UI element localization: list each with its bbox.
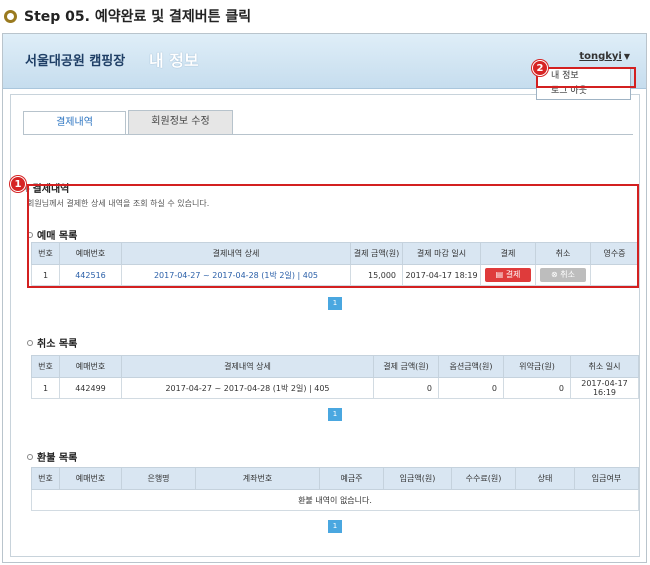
cancellation-table: 번호 예매번호 결제내역 상세 결제 금액(원) 옵션금액(원) 위약금(원) … — [31, 355, 639, 399]
annotation-highlight-reservation — [27, 184, 639, 288]
reservation-page-button[interactable]: 1 — [328, 297, 342, 310]
tab-divider — [23, 134, 633, 135]
col-header: 상태 — [515, 467, 575, 490]
step-title: Step 05. 예약완료 및 결제버튼 클릭 — [4, 6, 251, 26]
col-header: 결제내역 상세 — [121, 355, 374, 378]
refund-table: 번호 예매번호 은행명 계좌번호 예금주 입금액(원) 수수료(원) 상태 입금… — [31, 467, 639, 511]
col-header: 번호 — [31, 467, 60, 490]
cell-amount: 0 — [373, 377, 439, 399]
caret-down-icon[interactable]: ▼ — [624, 52, 630, 61]
refund-page-button[interactable]: 1 — [328, 520, 342, 533]
col-header: 옵션금액(원) — [438, 355, 504, 378]
cell-reservation-id: 442499 — [59, 377, 122, 399]
site-name[interactable]: 서울대공원 캠핑장 — [25, 50, 125, 69]
col-header: 수수료(원) — [451, 467, 516, 490]
cancellation-page-button[interactable]: 1 — [328, 408, 342, 421]
annotation-badge-2: 2 — [532, 60, 548, 76]
annotation-highlight-my-info — [536, 67, 636, 88]
tab-payment-history[interactable]: 결제내역 — [23, 111, 126, 135]
refund-title: 환불 목록 — [27, 449, 77, 464]
step-bullet-icon — [4, 9, 17, 23]
user-name[interactable]: tongkyi — [579, 51, 622, 62]
tab-edit-profile[interactable]: 회원정보 수정 — [128, 110, 233, 134]
cancellation-title: 취소 목록 — [27, 335, 77, 350]
cancellation-title-text: 취소 목록 — [37, 339, 78, 350]
col-header: 입금액(원) — [383, 467, 452, 490]
col-header: 결제 금액(원) — [373, 355, 439, 378]
cell-no: 1 — [31, 377, 60, 399]
annotation-badge-1: 1 — [10, 176, 26, 192]
browser-frame: 서울대공원 캠핑장 내 정보 tongkyi ▼ 결제내역 회원정보 수정 + 결제… — [2, 33, 647, 563]
cell-cancel-date: 2017-04-17 16:19 — [570, 377, 639, 399]
page-title: 내 정보 — [149, 51, 199, 70]
col-header: 입금여부 — [574, 467, 639, 490]
col-header: 계좌번호 — [195, 467, 320, 490]
col-header: 예매번호 — [59, 355, 122, 378]
empty-message: 환불 내역이 없습니다. — [31, 489, 639, 511]
circle-bullet-icon — [27, 339, 33, 346]
col-header: 예금주 — [319, 467, 384, 490]
table-row: 1 442499 2017-04-27 ~ 2017-04-28 (1박 2일)… — [31, 377, 639, 399]
main-content: 결제내역 회원정보 수정 + 결제내역 회원님께서 결제한 상세 내역을 조회 하… — [10, 94, 640, 557]
col-header: 예매번호 — [59, 467, 122, 490]
refund-title-text: 환불 목록 — [37, 453, 78, 464]
user-menu[interactable]: tongkyi ▼ — [579, 51, 630, 62]
table-header-row: 번호 예매번호 결제내역 상세 결제 금액(원) 옵션금액(원) 위약금(원) … — [31, 355, 639, 378]
col-header: 번호 — [31, 355, 60, 378]
col-header: 위약금(원) — [503, 355, 571, 378]
table-row: 환불 내역이 없습니다. — [31, 489, 639, 511]
circle-bullet-icon — [27, 453, 33, 460]
table-header-row: 번호 예매번호 은행명 계좌번호 예금주 입금액(원) 수수료(원) 상태 입금… — [31, 467, 639, 490]
cell-detail: 2017-04-27 ~ 2017-04-28 (1박 2일) | 405 — [121, 377, 374, 399]
step-title-text: Step 05. 예약완료 및 결제버튼 클릭 — [24, 9, 252, 25]
tab-bar: 결제내역 회원정보 수정 — [23, 110, 235, 135]
col-header: 은행명 — [121, 467, 196, 490]
col-header: 취소 일시 — [570, 355, 639, 378]
cell-penalty: 0 — [503, 377, 571, 399]
cell-option-amount: 0 — [438, 377, 504, 399]
